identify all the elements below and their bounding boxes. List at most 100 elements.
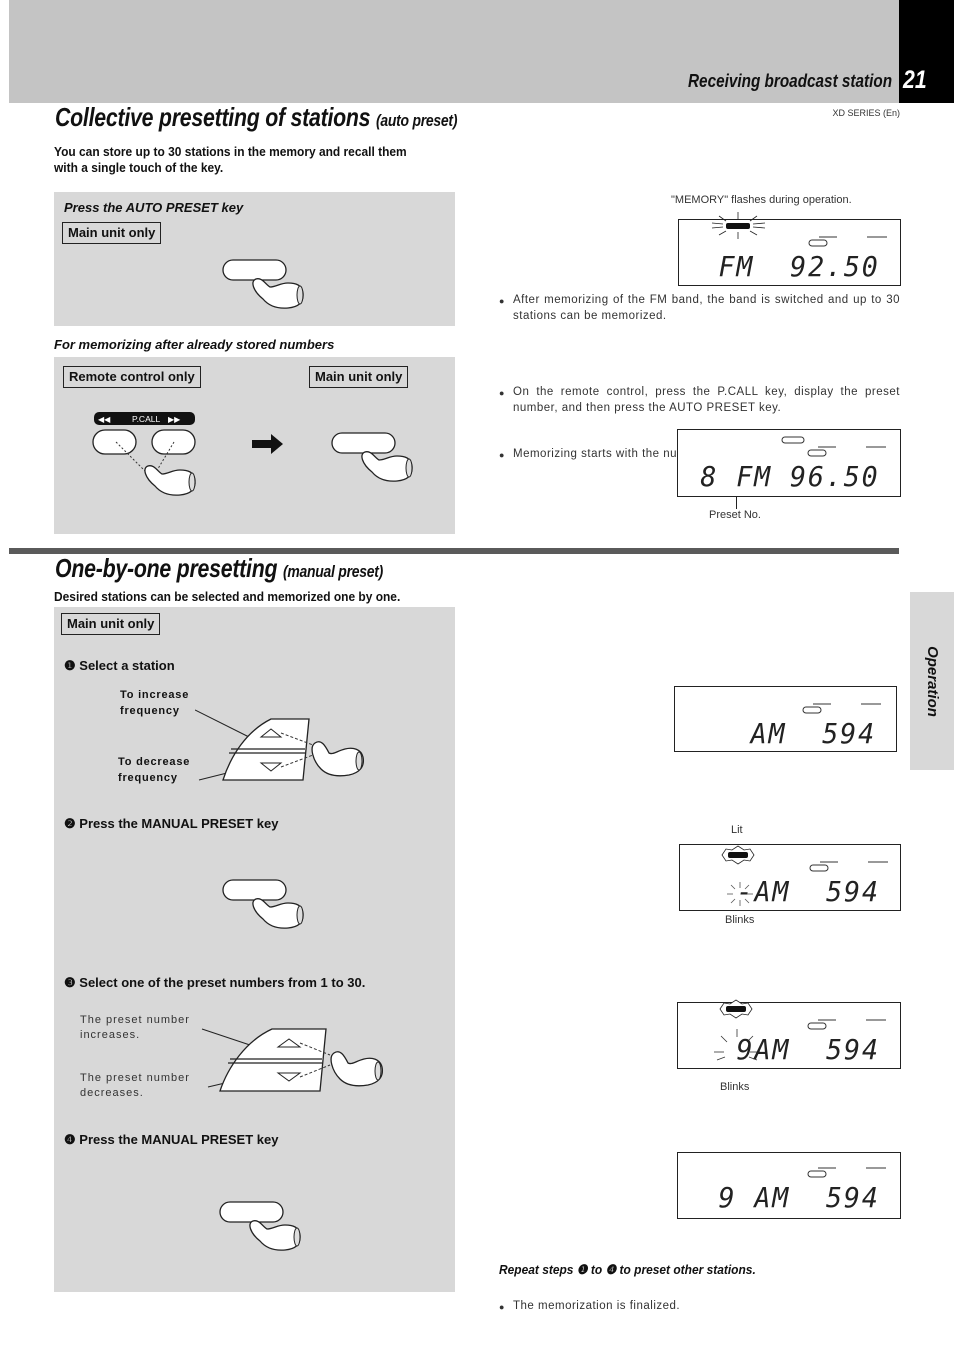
lcd-readout: 9 AM 594 [719,1181,880,1214]
lcd-frequency: 594 [826,1181,880,1214]
lead-line: You can store up to 30 stations in the m… [54,144,407,159]
step-1-heading: ❶ Select a station [64,658,175,674]
skip-back-icon: ◀◀ [98,415,111,424]
memory-caption: "MEMORY" flashes during operation. [671,194,852,206]
repeat-text: to preset other stations. [619,1262,756,1277]
pointing-hand-icon [144,465,196,496]
lcd-indicators [807,1019,886,1030]
step-3-heading: ❸ Select one of the preset numbers from … [64,975,365,991]
leader-line [736,497,737,509]
lcd-readout: 8 FM 96.50 [701,460,880,493]
lead-line: with a single touch of the key. [54,160,224,175]
callout-line: To increase [120,689,190,701]
step-label: Press the MANUAL PRESET key [79,816,279,831]
title-text: Collective presetting of stations [55,102,371,132]
lcd-indicators [808,236,887,247]
step-number-icon: ❷ [64,816,76,831]
auto-preset-title: Collective presetting of stations (auto … [55,102,457,133]
pcall-label: P.CALL [132,414,160,424]
running-head: Receiving broadcast station [687,71,892,91]
arrow-right-icon [252,434,283,454]
subtitle-text: (auto preset) [375,111,458,130]
preset-no-caption: Preset No. [709,509,761,521]
auto-preset-key-illustration [331,432,413,482]
manual-preset-title: One-by-one presetting (manual preset) [55,553,383,584]
step-heading: Press the AUTO PRESET key [64,200,244,215]
lcd-display-blinking-am-594: -AM 594 [679,844,901,911]
lcd-preset-number: 9 [718,1181,737,1214]
auto-preset-lead: You can store up to 30 stations in the m… [54,144,407,176]
step-label: Select one of the preset numbers from 1 … [79,975,366,990]
page-number: 21 [903,66,927,94]
lcd-band: FM [718,250,755,283]
lcd-band: AM [754,875,791,908]
lcd-frequency: 594 [826,875,880,908]
lcd-readout: AM 594 [751,717,876,750]
step-2-heading: ❷ Press the MANUAL PRESET key [64,816,278,832]
blinks-caption: Blinks [725,914,755,926]
manual-preset-lead: Desired stations can be selected and mem… [54,589,401,604]
side-tab-text: Operation [923,645,941,717]
pointing-hand-icon [330,1051,384,1087]
auto-preset-key[interactable] [331,432,396,454]
lcd-frequency: 96.50 [790,460,880,493]
lcd-band: AM [754,1033,791,1066]
lcd-display-9-am-594-blinking: 9AM 594 [677,999,901,1069]
manual-preset-key-illustration [222,879,304,929]
main-unit-only-label: Main unit only [62,222,162,244]
repeat-text: to [590,1262,603,1277]
lcd-display-fm-9250: FM 92.50 [678,212,901,286]
callout-line: frequency [118,772,178,784]
step-label: Select a station [79,658,175,673]
manual-preset-key[interactable] [219,1201,284,1223]
memory-indicator-lit [719,999,753,1019]
skip-forward-icon: ▶▶ [168,415,181,424]
repeat-text: Repeat steps [499,1262,574,1277]
lcd-display-9-am-594-final: 9 AM 594 [677,1152,901,1219]
subtitle-text: (manual preset) [282,562,384,581]
step-label: Press the MANUAL PRESET key [79,1132,279,1147]
lcd-indicators [809,861,888,872]
step-number-icon: ❶ [576,1262,588,1277]
memory-indicator-lit [721,845,755,865]
pcall-prev-key[interactable] [92,429,137,455]
series-label: XD SERIES (En) [832,108,900,118]
main-unit-only-label: Main unit only [61,613,161,635]
blinks-caption: Blinks [720,1081,750,1093]
decrease-frequency-callout: To decrease frequency [118,754,190,786]
manual-preset-key[interactable] [222,879,287,901]
callout-line: The preset number [80,1014,190,1026]
memory-indicator-flashing [711,212,766,239]
preset-number-key-illustration [201,1028,384,1092]
increase-frequency-callout: To increase frequency [120,687,189,719]
lcd-band: FM [736,460,773,493]
step-number-icon: ❹ [64,1132,76,1147]
lcd-display-8-fm-9650: 8 FM 96.50 [677,429,901,497]
auto-preset-key[interactable] [222,259,287,281]
callout-line: To decrease [118,756,191,768]
callout-line: increases. [80,1029,141,1041]
lcd-preset-number: 8 [700,460,719,493]
main-unit-only-label: Main unit only [309,366,409,388]
manual-preset-key-illustration [219,1201,301,1251]
lcd-indicators [807,1167,886,1178]
lcd-display-am-594: AM 594 [674,686,897,752]
pointing-hand-icon [249,1220,301,1251]
step-number-icon: ❸ [64,975,76,990]
step-4-heading: ❹ Press the MANUAL PRESET key [64,1132,278,1148]
lcd-preset-number: 9 [736,1033,755,1066]
callout-line: The preset number [80,1072,190,1084]
pointing-hand-icon [252,898,304,929]
lcd-readout: 9AM 594 [737,1033,880,1066]
pointing-hand-icon [252,278,304,309]
callout-line: decreases. [80,1087,144,1099]
lcd-indicators [802,703,881,714]
preset-rocker-key[interactable] [219,1028,327,1092]
note-pcall: On the remote control, press the P.CALL … [499,385,900,416]
lcd-band: AM [754,1181,791,1214]
note-fm-band: After memorizing of the FM band, the ban… [499,293,900,324]
preset-increase-callout: The preset number increases. [80,1013,190,1043]
pcall-keys-illustration: ◀◀ P.CALL ▶▶ [92,412,196,496]
lcd-readout: FM 92.50 [719,250,880,283]
lcd-preset-number: - [736,875,755,908]
